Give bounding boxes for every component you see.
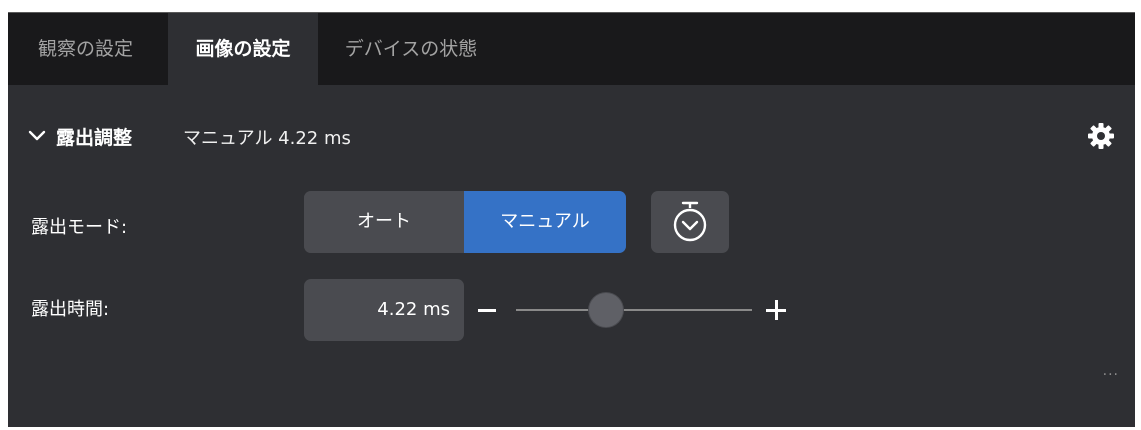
section-summary: マニュアル 4.22 ms	[183, 128, 351, 149]
section-title: 露出調整	[56, 127, 133, 149]
chevron-down-icon[interactable]	[26, 125, 48, 147]
tab-bar: 観察の設定 画像の設定 デバイスの状態	[8, 13, 1135, 85]
stopwatch-icon	[673, 201, 707, 242]
auto-exposure-once-button[interactable]	[651, 191, 729, 253]
more-options-icon[interactable]: ...	[1103, 363, 1119, 379]
tab-device-status[interactable]: デバイスの状態	[326, 13, 496, 85]
mode-auto-button[interactable]: オート	[304, 191, 464, 253]
plus-icon[interactable]	[766, 300, 786, 320]
exposure-section-header[interactable]: 露出調整 マニュアル 4.22 ms	[8, 113, 1135, 159]
exposure-mode-toggle: オート マニュアル	[304, 191, 626, 253]
exposure-time-slider-thumb[interactable]	[588, 293, 623, 327]
gear-icon[interactable]	[1085, 120, 1117, 152]
minus-icon[interactable]	[478, 309, 496, 312]
exposure-mode-label: 露出モード:	[31, 217, 128, 238]
tab-image-settings[interactable]: 画像の設定	[168, 13, 318, 85]
exposure-time-slider-track[interactable]	[516, 309, 752, 311]
exposure-time-input[interactable]: 4.22 ms	[304, 279, 464, 341]
tab-observation-settings[interactable]: 観察の設定	[8, 13, 163, 85]
exposure-time-label: 露出時間:	[31, 299, 110, 320]
mode-manual-button[interactable]: マニュアル	[464, 191, 626, 253]
exposure-settings-panel: 観察の設定 画像の設定 デバイスの状態 露出調整 マニュアル 4.22 ms 露…	[8, 12, 1135, 427]
